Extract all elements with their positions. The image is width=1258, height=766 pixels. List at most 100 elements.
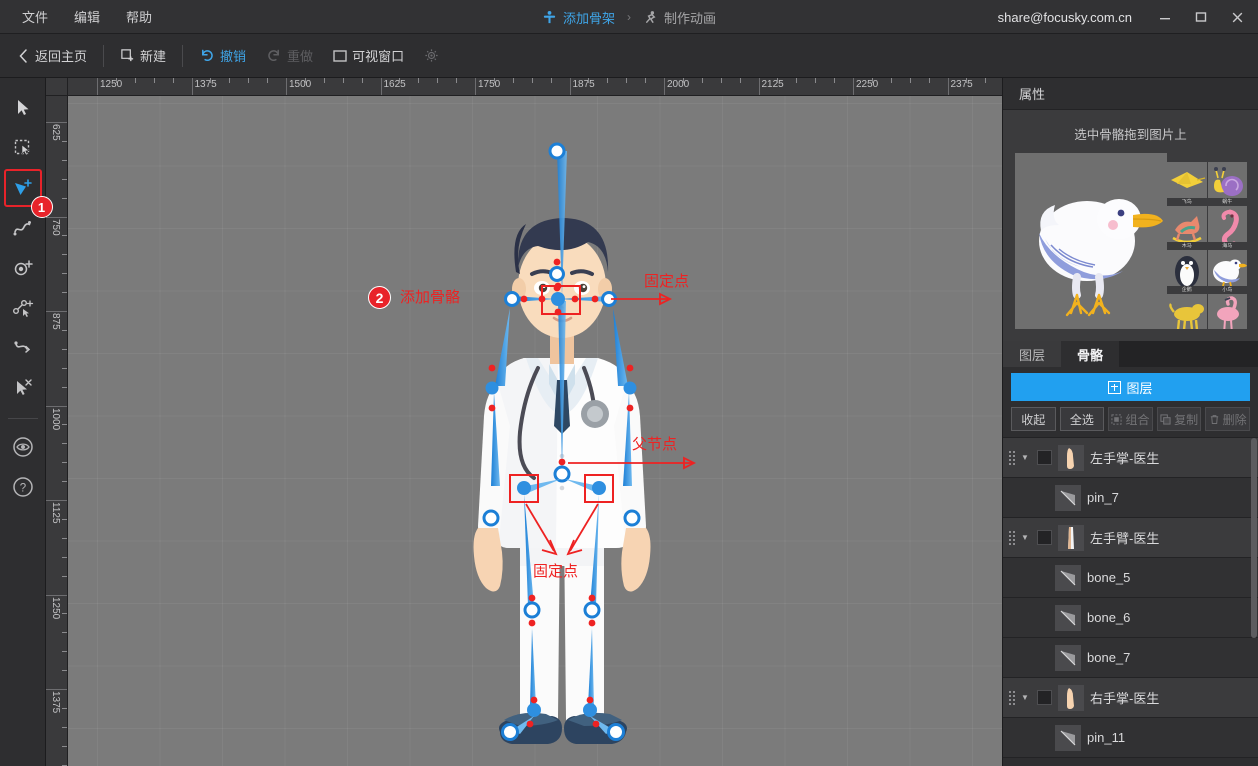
layer-visibility-checkbox[interactable] [1037, 530, 1052, 545]
add-bone-tool[interactable]: 1 [3, 169, 53, 218]
thumb-dog[interactable]: 小狗 [1167, 294, 1207, 329]
chevron-down-icon[interactable]: ▼ [1021, 533, 1031, 542]
ruler-label: 1375 [194, 79, 217, 90]
bone-row[interactable]: pin_11 [1003, 718, 1258, 758]
menu-bar: 文件 编辑 帮助 [0, 3, 162, 30]
doctor-character-with-rig[interactable] [68, 96, 1002, 766]
layer-group-row[interactable]: ▼ 右手掌-医生 [1003, 678, 1258, 718]
trash-icon [1209, 414, 1220, 425]
maximize-button[interactable] [1184, 1, 1218, 33]
ruler-tick-major [46, 594, 67, 596]
tab-bones[interactable]: 骨骼 [1061, 341, 1120, 367]
thumb-flamingo[interactable]: 火烈鸟 [1207, 294, 1247, 329]
main-toolbar: 返回主页 新建 撤销 重做 可视窗口 [0, 34, 1258, 101]
settings-button[interactable] [414, 42, 449, 70]
add-node-tool[interactable] [5, 290, 41, 326]
annotation-badge-2: 2 [368, 286, 391, 309]
menu-edit[interactable]: 编辑 [64, 3, 110, 30]
thumb-bird[interactable]: 飞鸟 [1167, 162, 1207, 205]
ruler-label: 625 [50, 124, 61, 141]
redo-button[interactable]: 重做 [256, 42, 323, 70]
ruler-tick-minor [62, 424, 67, 426]
menu-help[interactable]: 帮助 [116, 3, 162, 30]
ruler-tick-minor [62, 613, 67, 615]
copy-button[interactable]: 复制 [1156, 407, 1202, 431]
drag-handle-icon[interactable] [1009, 450, 1015, 465]
ruler-tick-minor [626, 78, 628, 83]
minimize-button[interactable] [1148, 1, 1182, 33]
thumb-penguin[interactable]: 企鹅 [1167, 250, 1207, 293]
ruler-tick-minor [304, 78, 306, 83]
chevron-down-icon[interactable]: ▼ [1021, 453, 1031, 462]
ruler-tick-major [46, 122, 67, 123]
layer-action-bar: 收起 全选 组合 复制 删除 [1003, 407, 1258, 437]
add-pin-tool[interactable] [5, 250, 41, 286]
bone-name: bone_7 [1087, 650, 1131, 665]
tab-layers[interactable]: 图层 [1003, 341, 1062, 367]
bone-row[interactable]: bone_6 [1003, 598, 1258, 638]
ruler-tick-minor [62, 386, 67, 388]
back-home-button[interactable]: 返回主页 [8, 42, 97, 70]
menu-file[interactable]: 文件 [12, 3, 58, 30]
thumb-seahorse[interactable]: 海马 [1207, 206, 1247, 249]
ruler-tick-minor [323, 78, 325, 83]
ruler-tick-minor [456, 78, 458, 83]
chevron-down-icon[interactable]: ▼ [1021, 693, 1031, 702]
ruler-tick-minor [62, 651, 67, 653]
bone-row[interactable]: bone_5 [1003, 558, 1258, 598]
delete-button[interactable]: 删除 [1205, 407, 1250, 431]
layer-group-row[interactable]: ▼ 左手掌-医生 [1003, 438, 1258, 478]
close-button[interactable] [1220, 1, 1254, 33]
ruler-tick-minor [928, 78, 930, 83]
ruler-tick-minor [62, 481, 67, 483]
group-button[interactable]: 组合 [1108, 407, 1153, 431]
vertical-ruler[interactable]: 62575087510001125125013751500 [46, 96, 68, 766]
thumb-horse[interactable]: 木马 [1167, 206, 1207, 249]
ruler-tick-minor [62, 632, 67, 634]
ruler-tick-minor [134, 78, 136, 83]
svg-text:?: ? [19, 483, 25, 495]
ruler-tick-minor [966, 78, 968, 83]
marquee-select-tool[interactable] [5, 130, 41, 166]
bone-layer-list[interactable]: ▼ 左手掌-医生 pin_7 ▼ 左手臂-医生 bone_5 bone_6 bone_7 ▼ 右手… [1003, 437, 1258, 766]
group-label: 组合 [1125, 412, 1150, 427]
bone-row[interactable]: pin_7 [1003, 478, 1258, 518]
thumb-snail[interactable]: 蜗牛 [1207, 162, 1247, 205]
ruler-tick-major [46, 405, 67, 407]
ruler-tick-minor [607, 78, 609, 83]
layer-group-row[interactable]: ▼ 左手臂-医生 [1003, 518, 1258, 558]
collapse-button[interactable]: 收起 [1011, 407, 1056, 431]
ruler-tick-minor [720, 78, 722, 83]
skeleton-preview-box[interactable]: 点击选中模板即可将骨架应用到您的图片上 飞鸟 蜗牛 木马 [1015, 153, 1247, 329]
gear-icon [424, 48, 439, 63]
ruler-tick-minor [62, 329, 67, 331]
layer-visibility-checkbox[interactable] [1037, 690, 1052, 705]
breadcrumb-step-add-skeleton[interactable]: 添加骨架 [542, 8, 615, 27]
panel-tabs: 图层 骨骼 [1003, 341, 1258, 367]
ruler-tick-minor [418, 78, 420, 83]
thumb-seagull[interactable]: 小鸟 [1207, 250, 1247, 293]
window-controls-area: share@focusky.com.cn [998, 0, 1258, 34]
select-all-button[interactable]: 全选 [1059, 407, 1105, 431]
canvas-stage[interactable]: 2 添加骨骼 固定点 父节点 固定点 [68, 96, 1002, 766]
layer-visibility-checkbox[interactable] [1037, 450, 1052, 465]
add-layer-button[interactable]: 图层 [1011, 373, 1250, 401]
drag-handle-icon[interactable] [1009, 690, 1015, 705]
delete-node-tool[interactable] [5, 370, 41, 406]
new-button[interactable]: 新建 [110, 42, 176, 70]
ruler-tick-minor [267, 78, 269, 83]
preview-eye-tool[interactable] [5, 429, 41, 465]
undo-button[interactable]: 撤销 [189, 42, 256, 70]
bone-row[interactable]: bone_7 [1003, 638, 1258, 678]
bend-tool[interactable] [5, 330, 41, 366]
viewport-button[interactable]: 可视窗口 [323, 42, 414, 70]
layer-list-scrollbar[interactable] [1251, 438, 1257, 638]
ruler-tick-minor [62, 462, 67, 464]
help-tool[interactable]: ? [5, 469, 41, 505]
select-arrow-tool[interactable] [5, 90, 41, 126]
drag-hint-text: 选中骨骼拖到图片上 [1074, 128, 1187, 142]
breadcrumb-step-make-animation[interactable]: 制作动画 [643, 8, 716, 27]
drag-handle-icon[interactable] [1009, 530, 1015, 545]
ruler-tick-minor [834, 78, 836, 83]
horizontal-ruler[interactable]: 1250 1375 1500 1625 1750 1875 2000 2125 2250 2375… [68, 78, 1002, 96]
